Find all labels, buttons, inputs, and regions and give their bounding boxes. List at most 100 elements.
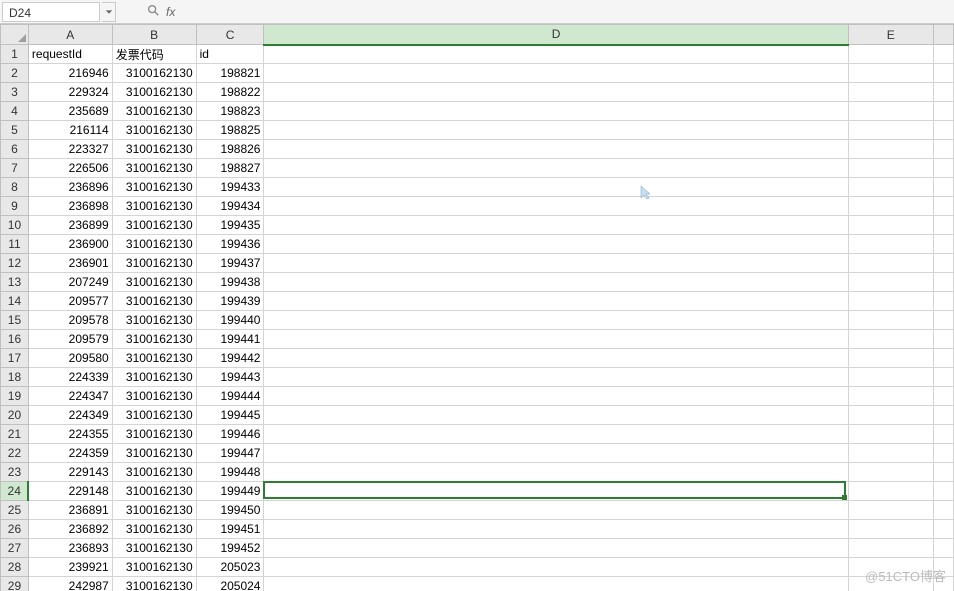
cell[interactable]: 3100162130: [112, 178, 196, 197]
cell[interactable]: [848, 121, 933, 140]
cell[interactable]: [848, 425, 933, 444]
cell[interactable]: [264, 235, 848, 254]
cell[interactable]: [264, 501, 848, 520]
cell[interactable]: requestId: [28, 45, 112, 64]
cell[interactable]: [934, 330, 954, 349]
cell[interactable]: [934, 121, 954, 140]
cell[interactable]: 198821: [196, 64, 264, 83]
col-header-extra[interactable]: [934, 25, 954, 45]
row-header[interactable]: 3: [1, 83, 29, 102]
cell[interactable]: 3100162130: [112, 501, 196, 520]
cell[interactable]: [848, 140, 933, 159]
cell[interactable]: 224339: [28, 368, 112, 387]
row-header[interactable]: 19: [1, 387, 29, 406]
cell[interactable]: 3100162130: [112, 216, 196, 235]
cell[interactable]: 198826: [196, 140, 264, 159]
cell[interactable]: 199436: [196, 235, 264, 254]
cell[interactable]: 199445: [196, 406, 264, 425]
cell[interactable]: 216946: [28, 64, 112, 83]
cell[interactable]: [848, 539, 933, 558]
cell[interactable]: [848, 406, 933, 425]
cell[interactable]: [848, 444, 933, 463]
cell[interactable]: 239921: [28, 558, 112, 577]
cell[interactable]: [848, 501, 933, 520]
cell[interactable]: [848, 349, 933, 368]
cell[interactable]: [934, 235, 954, 254]
cell[interactable]: [264, 444, 848, 463]
cell[interactable]: 209577: [28, 292, 112, 311]
cell[interactable]: 224359: [28, 444, 112, 463]
cell[interactable]: 199439: [196, 292, 264, 311]
cell[interactable]: 3100162130: [112, 311, 196, 330]
cell[interactable]: 3100162130: [112, 444, 196, 463]
cell[interactable]: 3100162130: [112, 387, 196, 406]
cell[interactable]: [848, 178, 933, 197]
cell[interactable]: [264, 311, 848, 330]
cell[interactable]: 3100162130: [112, 520, 196, 539]
cell[interactable]: 3100162130: [112, 463, 196, 482]
cell[interactable]: [264, 216, 848, 235]
cell[interactable]: 3100162130: [112, 102, 196, 121]
cell[interactable]: [848, 235, 933, 254]
cell[interactable]: [848, 159, 933, 178]
cell[interactable]: [934, 64, 954, 83]
cell[interactable]: [848, 520, 933, 539]
cell[interactable]: 3100162130: [112, 254, 196, 273]
cell[interactable]: [264, 463, 848, 482]
row-header[interactable]: 5: [1, 121, 29, 140]
cell[interactable]: 199440: [196, 311, 264, 330]
cell[interactable]: 3100162130: [112, 330, 196, 349]
cell[interactable]: 235689: [28, 102, 112, 121]
cell[interactable]: [848, 558, 933, 577]
formula-input[interactable]: [183, 2, 954, 22]
cell[interactable]: [848, 311, 933, 330]
cell[interactable]: 223327: [28, 140, 112, 159]
cell[interactable]: 199435: [196, 216, 264, 235]
cell[interactable]: 198822: [196, 83, 264, 102]
row-header[interactable]: 17: [1, 349, 29, 368]
name-box[interactable]: D24: [2, 2, 100, 22]
cell[interactable]: [264, 273, 848, 292]
cell[interactable]: [934, 273, 954, 292]
cell[interactable]: 199433: [196, 178, 264, 197]
cell[interactable]: [264, 482, 848, 501]
cell[interactable]: 3100162130: [112, 235, 196, 254]
row-header[interactable]: 6: [1, 140, 29, 159]
cell[interactable]: [264, 83, 848, 102]
cell[interactable]: [264, 140, 848, 159]
cell[interactable]: [848, 482, 933, 501]
row-header[interactable]: 16: [1, 330, 29, 349]
row-header[interactable]: 28: [1, 558, 29, 577]
cell[interactable]: [934, 45, 954, 64]
cell[interactable]: 236898: [28, 197, 112, 216]
cell[interactable]: 199449: [196, 482, 264, 501]
cell[interactable]: 199447: [196, 444, 264, 463]
cell[interactable]: 3100162130: [112, 368, 196, 387]
cell[interactable]: [934, 102, 954, 121]
select-all-corner[interactable]: [1, 25, 29, 45]
cell[interactable]: 199438: [196, 273, 264, 292]
cell[interactable]: [848, 387, 933, 406]
cell[interactable]: 198825: [196, 121, 264, 140]
cell[interactable]: [264, 330, 848, 349]
cell[interactable]: 224355: [28, 425, 112, 444]
cell[interactable]: [264, 368, 848, 387]
row-header[interactable]: 27: [1, 539, 29, 558]
cell[interactable]: 199443: [196, 368, 264, 387]
cell[interactable]: [848, 330, 933, 349]
cell[interactable]: 3100162130: [112, 273, 196, 292]
cell[interactable]: 3100162130: [112, 349, 196, 368]
search-icon[interactable]: [146, 3, 160, 20]
cell[interactable]: 3100162130: [112, 197, 196, 216]
cell[interactable]: [934, 368, 954, 387]
cell[interactable]: 209578: [28, 311, 112, 330]
cell[interactable]: [934, 520, 954, 539]
cell[interactable]: 3100162130: [112, 425, 196, 444]
cell[interactable]: 236896: [28, 178, 112, 197]
cell[interactable]: 236901: [28, 254, 112, 273]
cell[interactable]: 198827: [196, 159, 264, 178]
row-header[interactable]: 10: [1, 216, 29, 235]
row-header[interactable]: 14: [1, 292, 29, 311]
cell[interactable]: [934, 349, 954, 368]
cell[interactable]: [848, 273, 933, 292]
